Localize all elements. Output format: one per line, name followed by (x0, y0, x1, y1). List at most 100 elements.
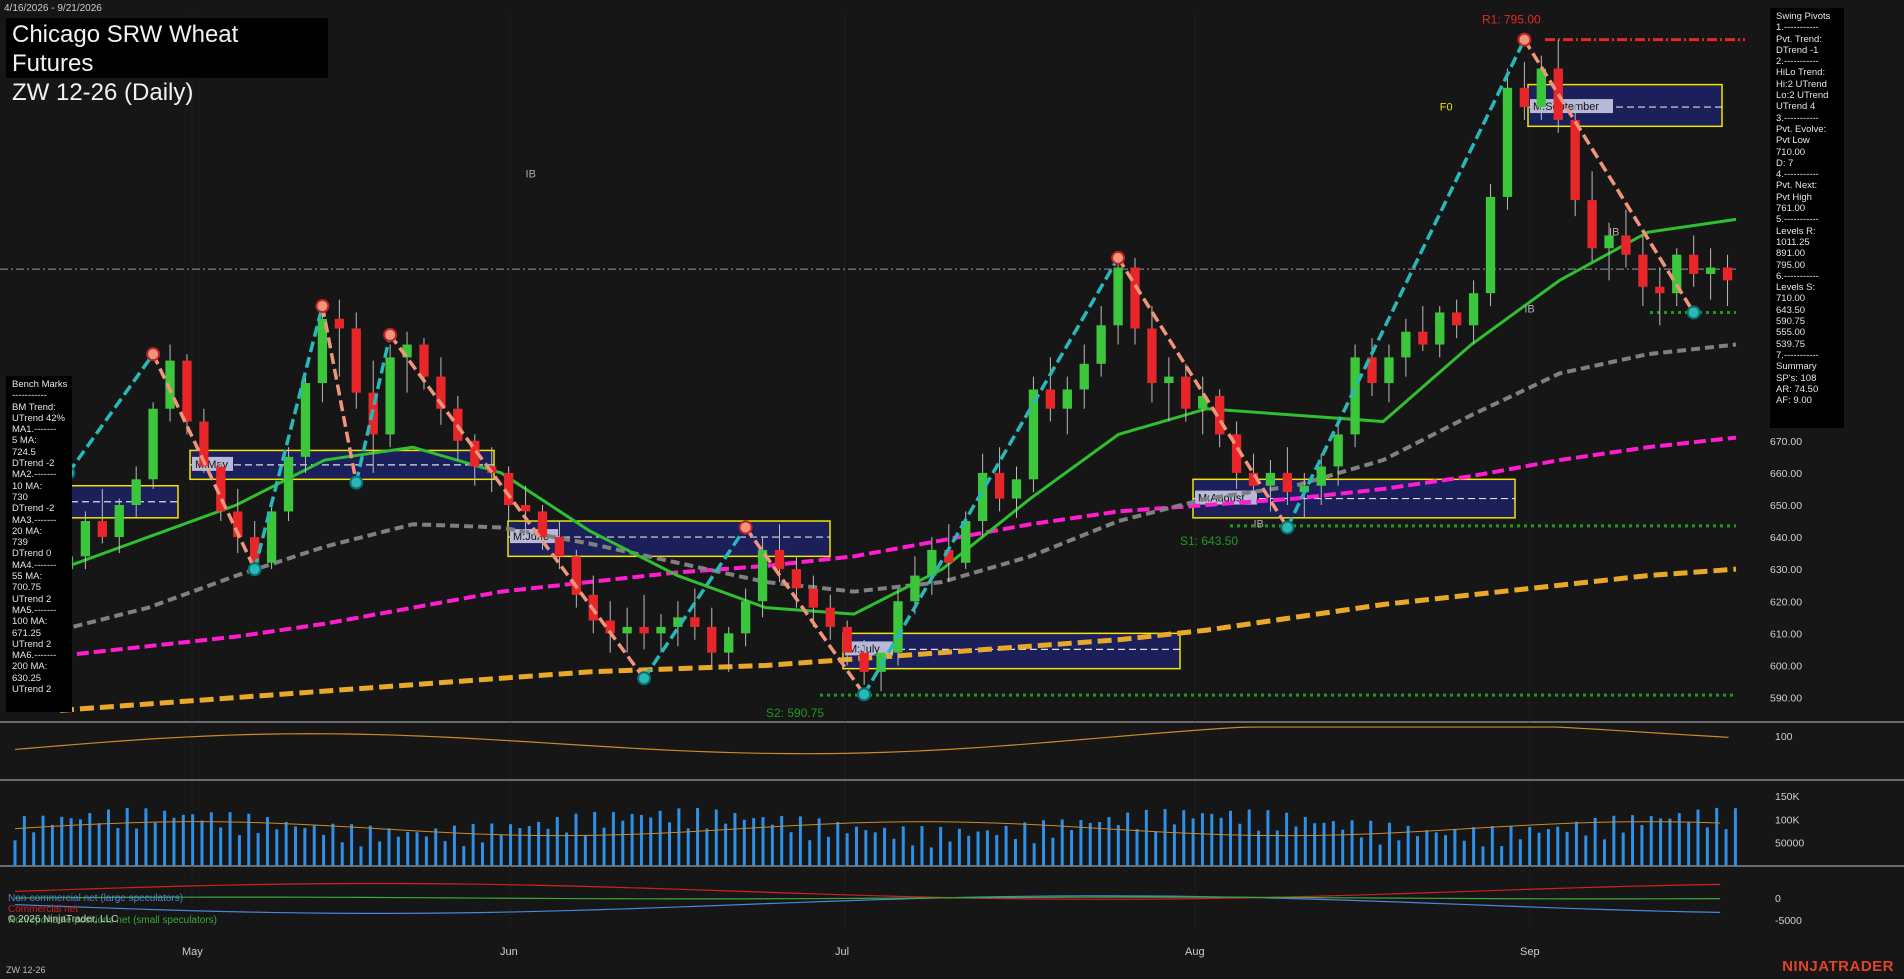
swing-pivots-panel: Swing Pivots 1.----------- Pvt. Trend: DTre… (1770, 8, 1844, 428)
candle-body (131, 479, 141, 505)
swing-low-marker (349, 475, 364, 490)
candle-body (1705, 267, 1716, 274)
swing-line: 2.----------- (1776, 56, 1819, 68)
chart-annotation: IB (526, 169, 536, 181)
swing-high-marker (738, 520, 753, 535)
swing-low-marker (1280, 520, 1295, 535)
candle-body (859, 652, 869, 672)
swing-line (67, 353, 155, 474)
bench-line: 200 MA: (12, 661, 48, 673)
candle-body (740, 601, 751, 634)
bench-line: 5 MA: (12, 435, 37, 447)
x-tick-label: Jul (835, 946, 849, 958)
swing-line: UTrend 4 (1776, 101, 1816, 113)
chart-title: Chicago SRW Wheat Futures (12, 21, 239, 77)
y-tick-label: 660.00 (1770, 468, 1802, 480)
candle-body (910, 575, 920, 602)
swing-low-marker (247, 562, 262, 577)
candle-body (1570, 119, 1580, 201)
swing-line: 1.----------- (1776, 22, 1819, 34)
y-tick-label: 640.00 (1770, 532, 1802, 544)
swing-line: Lo:2 UTrend (1776, 90, 1829, 102)
volume-tick-label: 50000 (1775, 838, 1804, 850)
candle-body (1418, 331, 1428, 345)
swing-line: Levels R: (1776, 225, 1816, 237)
bench-line: 10 MA: (12, 480, 43, 492)
swing-line: Pvt Low (1776, 135, 1810, 147)
candle-body (622, 626, 632, 634)
candle-body (385, 357, 395, 435)
candle-body (707, 626, 717, 653)
candle-body (1011, 479, 1022, 499)
bench-line: DTrend -2 (12, 458, 55, 470)
candle-body (639, 626, 649, 634)
candle-body (148, 408, 158, 480)
cot-small-speculators-line (14, 896, 1721, 900)
bench-line: UTrend 2 (12, 638, 52, 650)
swing-line: 761.00 (1776, 203, 1806, 215)
candle-body (1689, 254, 1699, 274)
candle-body (1435, 312, 1445, 345)
candle-body (690, 617, 700, 627)
chart-annotation: F0 (1440, 101, 1453, 113)
swing-line: 555.00 (1776, 327, 1806, 339)
candle-body (842, 626, 852, 653)
candle-body (1181, 376, 1191, 409)
swing-line: D: 7 (1776, 157, 1794, 169)
volume-tick-label: 150K (1775, 791, 1800, 803)
swing-high-marker (1517, 32, 1532, 47)
swing-line: 539.75 (1776, 338, 1806, 350)
candle-body (1062, 389, 1072, 409)
candle-body (554, 537, 565, 557)
candle-body (1468, 293, 1479, 326)
swing-line: HiLo Trend: (1776, 67, 1826, 79)
swing-line: Levels S: (1776, 282, 1816, 294)
support-label-s2: S2: 590.75 (766, 706, 824, 720)
y-tick-label: 630.00 (1770, 564, 1802, 576)
candle-body (1113, 267, 1123, 326)
swing-line: 590.75 (1776, 316, 1806, 328)
candle-body (351, 328, 361, 393)
bench-line: 730 (12, 491, 28, 503)
bench-line: ----------- (12, 390, 47, 402)
x-tick-label: Jun (500, 946, 518, 958)
candle-body (1045, 389, 1056, 409)
candle-body (1316, 466, 1326, 486)
candle-body (182, 360, 192, 422)
swing-line: 5.----------- (1776, 214, 1819, 226)
candle-body (1384, 357, 1394, 384)
candle-body (1164, 376, 1174, 384)
candle-body (1519, 87, 1530, 108)
candle-body (1282, 472, 1293, 493)
candle-body (1587, 200, 1597, 249)
bench-line: MA4.------- (12, 559, 57, 571)
volume-tick-label: 100K (1775, 814, 1800, 826)
swing-line: 7.----------- (1776, 349, 1819, 361)
y-tick-label: 600.00 (1770, 660, 1802, 672)
candle-body (994, 472, 1005, 499)
swing-line: 710.00 (1776, 293, 1806, 305)
candle-body (1096, 325, 1106, 364)
swing-line: Hi:2 UTrend (1776, 78, 1827, 90)
x-tick-label: May (182, 946, 203, 958)
swing-line: Pvt High (1776, 191, 1812, 203)
candle-body (80, 521, 91, 557)
candle-body (1079, 363, 1089, 390)
swing-low-marker (637, 671, 652, 686)
candle-body (571, 556, 581, 595)
candle-body (1485, 196, 1496, 294)
y-tick-label: 650.00 (1770, 500, 1802, 512)
chart-subtitle: ZW 12-26 (Daily) (12, 79, 194, 106)
candle-body (1621, 235, 1631, 255)
y-tick-label: 610.00 (1770, 628, 1802, 640)
candle-body (300, 383, 311, 457)
swing-line: SP's: 108 (1776, 372, 1817, 384)
bench-line: 55 MA: (12, 571, 43, 583)
support-label-s1: S1: 643.50 (1180, 534, 1238, 548)
bench-line: MA6.------- (12, 650, 57, 662)
bench-line: DTrend -2 (12, 503, 55, 515)
swing-line: Swing Pivots (1776, 11, 1831, 22)
candle-body (825, 607, 835, 627)
oscillator-line (14, 726, 1729, 755)
bench-line: Bench Marks (12, 379, 68, 390)
